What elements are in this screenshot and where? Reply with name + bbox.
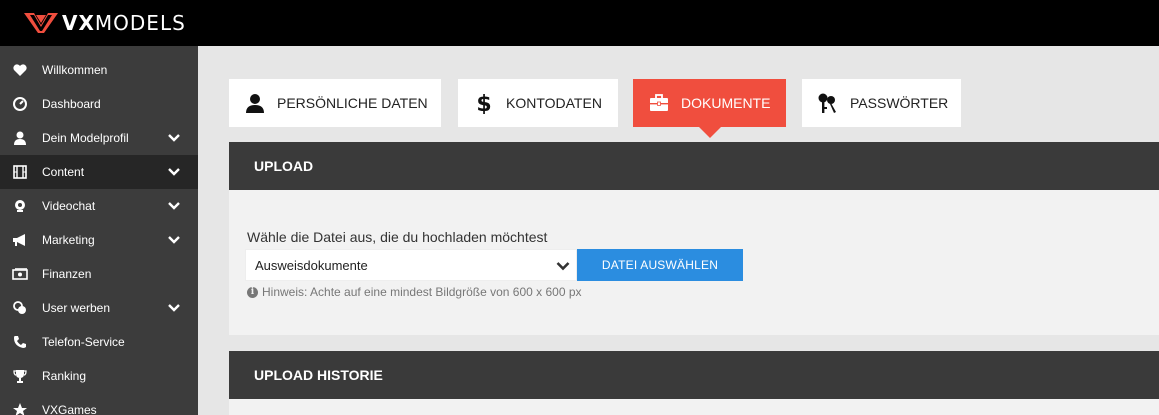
history-panel-header: UPLOAD HISTORIE [229,351,1159,399]
coins-icon [12,301,28,315]
vx-logo-icon [24,13,58,33]
sidebar-item-finanzen[interactable]: Finanzen [0,257,198,291]
sidebar-item-label: User werben [42,301,111,315]
history-panel-body [229,399,1159,415]
upload-panel-title: UPLOAD [254,158,314,174]
sidebar-item-label: Telefon-Service [42,335,125,349]
tab-kontodaten[interactable]: $ KONTODATEN [458,79,618,127]
sidebar-item-user-werben[interactable]: User werben [0,291,198,325]
tab-label: PERSÖNLICHE DATEN [277,95,428,111]
sidebar-item-label: Dashboard [42,97,101,111]
sidebar-item-marketing[interactable]: Marketing [0,223,198,257]
chevron-down-icon [556,262,570,271]
gauge-icon [12,97,28,111]
info-icon: i [247,286,258,298]
sidebar-item-ranking[interactable]: Ranking [0,359,198,393]
sidebar-item-label: Content [42,165,85,179]
upload-prompt: Wähle die Datei aus, die du hochladen mö… [247,229,548,245]
sidebar-item-dashboard[interactable]: Dashboard [0,87,198,121]
sidebar-item-label: Dein Modelprofil [42,131,129,145]
film-icon [12,165,28,179]
sidebar-item-label: VXGames [42,403,97,415]
sidebar-item-vxgames[interactable]: VXGames [0,393,198,415]
sidebar-item-label: Ranking [42,369,87,383]
person-icon [12,131,28,145]
briefcase-icon [647,91,671,115]
document-type-select[interactable]: Ausweisdokumente [245,249,577,281]
chevron-down-icon[interactable] [168,235,180,245]
top-bar: VXMODELS [0,0,1159,46]
sidebar-item-label: Marketing [42,233,95,247]
dollar-icon: $ [472,91,496,115]
upload-panel-header: UPLOAD [229,142,1159,190]
tab-passwoerter[interactable]: PASSWÖRTER [802,79,961,127]
person-icon [243,91,267,115]
money-icon [12,267,28,281]
keys-icon [816,91,840,115]
sidebar-item-label: Finanzen [42,267,92,281]
document-type-value: Ausweisdokumente [255,258,368,273]
tab-label: DOKUMENTE [681,95,771,111]
star-icon [12,403,28,415]
sidebar-item-modelprofil[interactable]: Dein Modelprofil [0,121,198,155]
history-panel-title: UPLOAD HISTORIE [254,367,383,383]
chevron-down-icon[interactable] [168,303,180,313]
logo-text: VXMODELS [62,11,186,35]
tab-label: PASSWÖRTER [850,95,949,111]
active-tab-indicator [699,127,721,138]
tab-dokumente[interactable]: DOKUMENTE [633,79,786,138]
vxmodels-logo[interactable]: VXMODELS [24,10,186,36]
chevron-down-icon[interactable] [168,167,180,177]
sidebar: Willkommen Dashboard Dein Modelprofil Co… [0,46,198,415]
sidebar-item-label: Willkommen [42,63,108,77]
sidebar-item-content[interactable]: Content [0,155,198,189]
upload-hint-text: Hinweis: Achte auf eine mindest Bildgröß… [262,285,582,299]
chevron-down-icon[interactable] [168,201,180,211]
tab-label: KONTODATEN [506,95,602,111]
trophy-icon [12,369,28,383]
tab-persoenliche-daten[interactable]: PERSÖNLICHE DATEN [229,79,441,127]
svg-text:$: $ [476,92,491,114]
sidebar-item-label: Videochat [42,199,96,213]
webcam-icon [12,199,28,213]
chevron-down-icon[interactable] [168,133,180,143]
megaphone-icon [12,233,28,247]
sidebar-item-telefon-service[interactable]: Telefon-Service [0,325,198,359]
choose-file-button[interactable]: DATEI AUSWÄHLEN [577,249,743,281]
heart-icon [12,63,28,77]
upload-hint: i Hinweis: Achte auf eine mindest Bildgr… [247,285,582,299]
phone-icon [12,335,28,349]
sidebar-item-videochat[interactable]: Videochat [0,189,198,223]
sidebar-item-willkommen[interactable]: Willkommen [0,53,198,87]
